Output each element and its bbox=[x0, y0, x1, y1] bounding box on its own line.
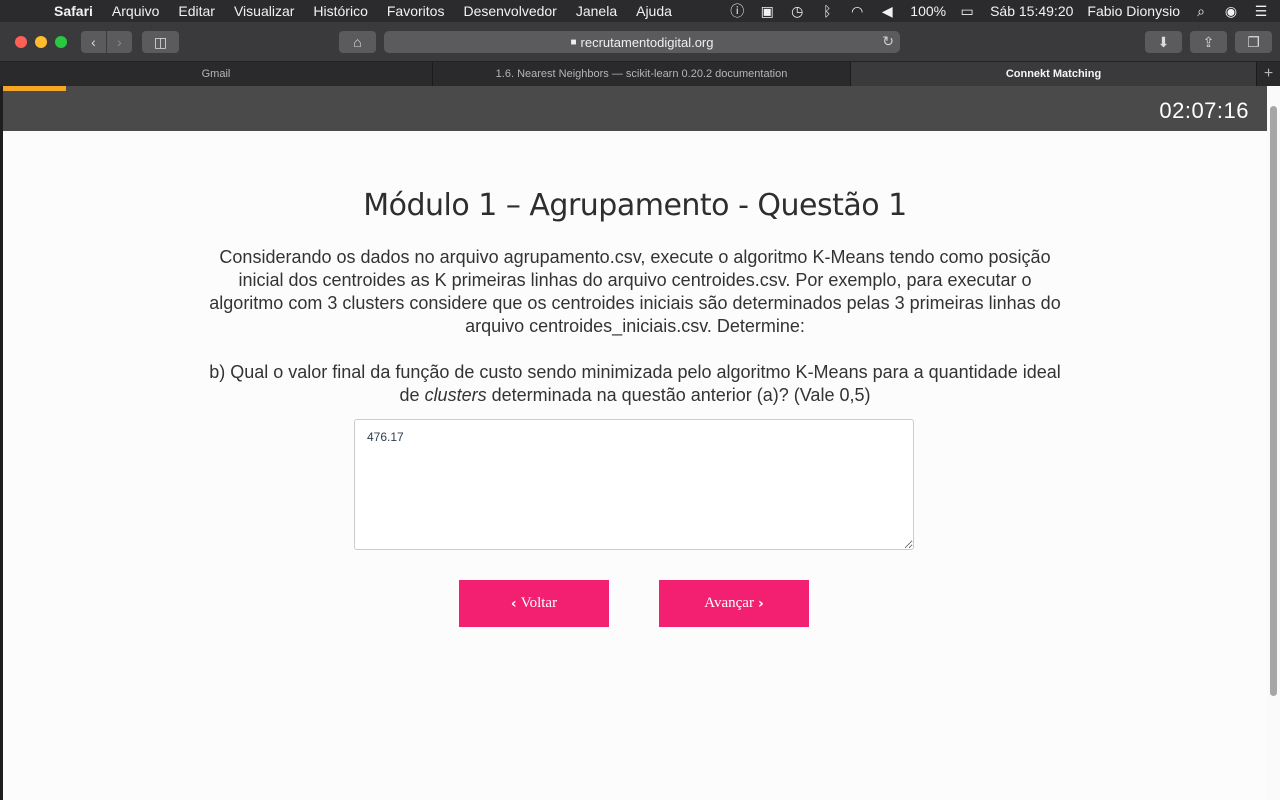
info-icon[interactable]: ⓘ bbox=[728, 1, 746, 21]
minimize-window-button[interactable] bbox=[35, 36, 47, 48]
tab-scikit-learn[interactable]: 1.6. Nearest Neighbors — scikit-learn 0.… bbox=[433, 62, 851, 86]
zoom-window-button[interactable] bbox=[55, 36, 67, 48]
plus-icon: + bbox=[1263, 65, 1274, 82]
forward-button[interactable]: › bbox=[107, 31, 132, 53]
show-tabs-button[interactable]: ❐ bbox=[1235, 31, 1272, 53]
reload-icon[interactable]: ↻ bbox=[882, 33, 894, 50]
status-area: ⓘ ▣ ◷ ᛒ ◠ ◀ 100% ▭ Sáb 15:49:20 Fabio Di… bbox=[716, 0, 1270, 22]
page-title: Módulo 1 – Agrupamento - Questão 1 bbox=[363, 188, 907, 223]
sidebar-toggle-button[interactable]: ◫ bbox=[142, 31, 179, 53]
notification-center-icon[interactable]: ☰ bbox=[1252, 3, 1270, 20]
address-bar[interactable]: ■ recrutamentodigital.org ↻ bbox=[384, 31, 900, 53]
volume-icon[interactable]: ◀ bbox=[878, 3, 896, 20]
downloads-button[interactable]: ⬇ bbox=[1145, 31, 1182, 53]
chevron-left-icon: ‹ bbox=[91, 34, 96, 50]
vpn-icon[interactable]: ▣ bbox=[758, 3, 776, 20]
menu-item-arquivo[interactable]: Arquivo bbox=[112, 3, 159, 19]
sub-question-text: b) Qual o valor final da função de custo… bbox=[205, 361, 1065, 407]
siri-icon[interactable]: ◉ bbox=[1222, 3, 1240, 20]
next-question-button[interactable]: Avançar › bbox=[659, 580, 809, 627]
menu-item-janela[interactable]: Janela bbox=[576, 3, 617, 19]
timer-header: 02:07:16 bbox=[3, 91, 1267, 131]
menu-user[interactable]: Fabio Dionysio bbox=[1087, 3, 1180, 19]
page-scrollbar[interactable] bbox=[1267, 86, 1280, 800]
menu-app-name[interactable]: Safari bbox=[54, 3, 93, 19]
share-icon: ⇪ bbox=[1202, 33, 1215, 50]
time-machine-icon[interactable]: ◷ bbox=[788, 3, 806, 20]
tab-gmail[interactable]: Gmail bbox=[0, 62, 433, 86]
back-button[interactable]: ‹ bbox=[81, 31, 106, 53]
question-text: Considerando os dados no arquivo agrupam… bbox=[209, 247, 1061, 336]
lock-icon: ■ bbox=[570, 36, 577, 48]
download-icon: ⬇ bbox=[1157, 33, 1170, 50]
page-content: 02:07:16 Módulo 1 – Agrupamento - Questã… bbox=[3, 86, 1267, 800]
menu-item-favoritos[interactable]: Favoritos bbox=[387, 3, 445, 19]
scrollbar-thumb[interactable] bbox=[1270, 106, 1277, 696]
home-button[interactable]: ⌂ bbox=[339, 31, 376, 53]
browser-toolbar: ‹ › ◫ ⌂ ■ recrutamentodigital.org ↻ ⬇ ⇪ … bbox=[0, 22, 1280, 62]
menu-clock[interactable]: Sáb 15:49:20 bbox=[990, 3, 1073, 19]
spotlight-icon[interactable]: ⌕ bbox=[1192, 3, 1210, 20]
answer-textarea[interactable]: 476.17 bbox=[354, 419, 914, 550]
battery-icon[interactable]: ▭ bbox=[958, 3, 976, 20]
chevron-right-icon: › bbox=[117, 34, 122, 50]
next-button-label: Avançar bbox=[704, 595, 754, 611]
menu-item-historico[interactable]: Histórico bbox=[313, 3, 367, 19]
new-tab-button[interactable]: + bbox=[1257, 62, 1280, 86]
home-icon: ⌂ bbox=[353, 34, 362, 50]
menu-item-editar[interactable]: Editar bbox=[178, 3, 215, 19]
tab-connekt-matching[interactable]: Connekt Matching bbox=[851, 62, 1257, 86]
close-window-button[interactable] bbox=[15, 36, 27, 48]
menu-item-ajuda[interactable]: Ajuda bbox=[636, 3, 672, 19]
sub-question-emphasis: clusters bbox=[424, 385, 487, 405]
menu-item-visualizar[interactable]: Visualizar bbox=[234, 3, 294, 19]
tab-bar: Gmail 1.6. Nearest Neighbors — scikit-le… bbox=[0, 62, 1280, 86]
bluetooth-icon[interactable]: ᛒ bbox=[818, 3, 836, 19]
tabs-icon: ❐ bbox=[1247, 33, 1260, 50]
share-button[interactable]: ⇪ bbox=[1190, 31, 1227, 53]
chevron-right-icon: › bbox=[757, 595, 764, 612]
sub-question-after: determinada na questão anterior (a)? (Va… bbox=[486, 385, 871, 405]
url-text: recrutamentodigital.org bbox=[580, 34, 714, 50]
menu-item-desenvolvedor[interactable]: Desenvolvedor bbox=[463, 3, 556, 19]
back-button-label: Voltar bbox=[520, 595, 558, 611]
wifi-icon[interactable]: ◠ bbox=[848, 3, 866, 20]
sidebar-icon: ◫ bbox=[153, 33, 168, 50]
countdown-timer: 02:07:16 bbox=[1159, 98, 1249, 123]
back-question-button[interactable]: ‹ Voltar bbox=[459, 580, 609, 627]
menu-bar: Safari Arquivo Editar Visualizar Históri… bbox=[0, 0, 1280, 22]
chevron-left-icon: ‹ bbox=[510, 595, 517, 612]
battery-percent: 100% bbox=[910, 3, 947, 19]
